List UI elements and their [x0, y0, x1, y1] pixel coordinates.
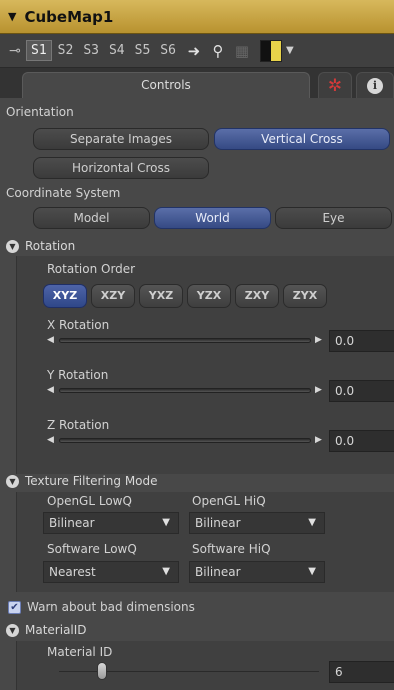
rotation-order-zyx[interactable]: ZYX — [283, 284, 327, 308]
material-section-header[interactable]: ▼ MaterialID — [6, 623, 87, 637]
picker-icon[interactable]: ⚲ — [206, 40, 230, 62]
texture-group: OpenGL LowQ OpenGL HiQ Bilinear ▼ Biline… — [16, 492, 394, 592]
texture-section-title: Texture Filtering Mode — [25, 474, 158, 488]
z-rotation-slider[interactable] — [59, 438, 311, 443]
x-rotation-slider[interactable] — [59, 338, 311, 343]
rotation-order-label: Rotation Order — [47, 262, 136, 276]
rotation-order-zxy[interactable]: ZXY — [235, 284, 279, 308]
software-lowq-value: Nearest — [49, 565, 96, 579]
tool-header[interactable]: ▼ CubeMap1 — [0, 0, 394, 34]
warn-label: Warn about bad dimensions — [27, 600, 195, 614]
z-rotation-label: Z Rotation — [47, 418, 110, 432]
color-swatch-icon[interactable] — [259, 39, 282, 62]
y-rotation-value[interactable]: 0.0 — [329, 380, 394, 402]
material-id-slider-knob[interactable] — [97, 662, 107, 680]
coord-world-button[interactable]: World — [154, 207, 271, 229]
slot-s3[interactable]: S3 — [79, 41, 103, 60]
software-lowq-dropdown[interactable]: Nearest ▼ — [43, 561, 179, 583]
orientation-separate-images-button[interactable]: Separate Images — [33, 128, 209, 150]
material-section-title: MaterialID — [25, 623, 87, 637]
material-group: Material ID 6 — [16, 641, 394, 690]
z-rotation-value[interactable]: 0.0 — [329, 430, 394, 452]
slot-s2[interactable]: S2 — [54, 41, 78, 60]
software-hiq-value: Bilinear — [195, 565, 241, 579]
opengl-lowq-label: OpenGL LowQ — [47, 494, 132, 508]
controls-panel: Orientation Separate Images Vertical Cro… — [0, 98, 394, 690]
toolbar: ⊸ S1 S2 S3 S4 S5 S6 ➜ ⚲ ▦ ▼ — [0, 34, 394, 68]
chevron-down-icon: ▼ — [162, 517, 170, 528]
tab-bar: Controls ✲ i — [0, 68, 394, 98]
rotation-group: Rotation Order XYZ XZY YXZ YZX ZXY ZYX X… — [16, 256, 394, 474]
x-rotation-value[interactable]: 0.0 — [329, 330, 394, 352]
rotation-section-title: Rotation — [25, 239, 76, 253]
collapse-circle-icon[interactable]: ▼ — [6, 474, 19, 488]
collapse-circle-icon[interactable]: ▼ — [6, 239, 19, 253]
software-hiq-label: Software HiQ — [192, 542, 271, 556]
y-rotation-slider[interactable] — [59, 388, 311, 393]
slot-s4[interactable]: S4 — [105, 41, 129, 60]
coordinate-system-label: Coordinate System — [6, 186, 121, 200]
x-rotation-right-arrow-icon[interactable]: ▶ — [315, 335, 322, 345]
opengl-lowq-value: Bilinear — [49, 516, 95, 530]
rotation-order-yzx[interactable]: YZX — [187, 284, 231, 308]
opengl-hiq-label: OpenGL HiQ — [192, 494, 266, 508]
opengl-hiq-dropdown[interactable]: Bilinear ▼ — [189, 512, 325, 534]
rotation-order-xzy[interactable]: XZY — [91, 284, 135, 308]
arrow-right-icon[interactable]: ➜ — [182, 40, 206, 62]
z-rotation-left-arrow-icon[interactable]: ◀ — [47, 435, 54, 445]
y-rotation-right-arrow-icon[interactable]: ▶ — [315, 385, 322, 395]
chevron-down-icon[interactable]: ▼ — [286, 45, 294, 56]
chevron-down-icon: ▼ — [162, 566, 170, 577]
collapse-triangle-icon[interactable]: ▼ — [8, 10, 16, 23]
chevron-down-icon: ▼ — [308, 517, 316, 528]
software-hiq-dropdown[interactable]: Bilinear ▼ — [189, 561, 325, 583]
chevron-down-icon: ▼ — [308, 566, 316, 577]
coord-eye-button[interactable]: Eye — [275, 207, 392, 229]
slot-s1[interactable]: S1 — [26, 40, 52, 61]
rotation-order-xyz[interactable]: XYZ — [43, 284, 87, 308]
warn-checkbox[interactable]: ✔ — [8, 601, 21, 614]
texture-section-header[interactable]: ▼ Texture Filtering Mode — [6, 474, 158, 488]
x-rotation-left-arrow-icon[interactable]: ◀ — [47, 335, 54, 345]
tab-controls[interactable]: Controls — [22, 72, 310, 98]
orientation-vertical-cross-button[interactable]: Vertical Cross — [214, 128, 390, 150]
x-rotation-label: X Rotation — [47, 318, 110, 332]
y-rotation-label: Y Rotation — [47, 368, 109, 382]
pin-icon[interactable]: ⊸ — [4, 43, 26, 59]
material-id-value[interactable]: 6 — [329, 661, 394, 683]
opengl-hiq-value: Bilinear — [195, 516, 241, 530]
z-rotation-right-arrow-icon[interactable]: ▶ — [315, 435, 322, 445]
material-id-label: Material ID — [47, 645, 113, 659]
slot-s5[interactable]: S5 — [131, 41, 155, 60]
disabled-icon[interactable]: ▦ — [230, 40, 254, 62]
rotation-section-header[interactable]: ▼ Rotation — [6, 239, 75, 253]
coord-model-button[interactable]: Model — [33, 207, 150, 229]
tool-title: CubeMap1 — [24, 7, 114, 26]
orientation-label: Orientation — [6, 105, 74, 119]
rotation-order-yxz[interactable]: YXZ — [139, 284, 183, 308]
tab-settings-gear-icon[interactable]: ✲ — [318, 72, 352, 98]
tab-info-icon[interactable]: i — [356, 72, 394, 98]
y-rotation-left-arrow-icon[interactable]: ◀ — [47, 385, 54, 395]
opengl-lowq-dropdown[interactable]: Bilinear ▼ — [43, 512, 179, 534]
collapse-circle-icon[interactable]: ▼ — [6, 623, 19, 637]
software-lowq-label: Software LowQ — [47, 542, 137, 556]
slot-s6[interactable]: S6 — [156, 41, 180, 60]
orientation-horizontal-cross-button[interactable]: Horizontal Cross — [33, 157, 209, 179]
